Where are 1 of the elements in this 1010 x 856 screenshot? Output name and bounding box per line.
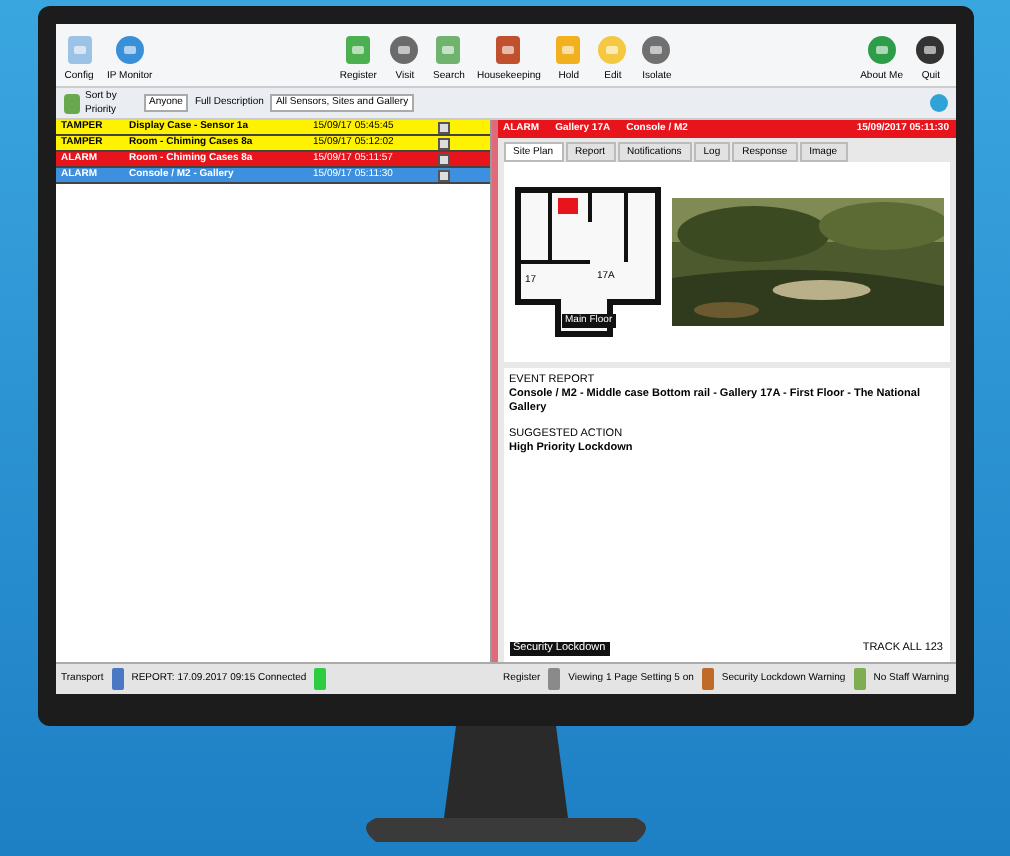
- alarm-zone: [557, 198, 577, 215]
